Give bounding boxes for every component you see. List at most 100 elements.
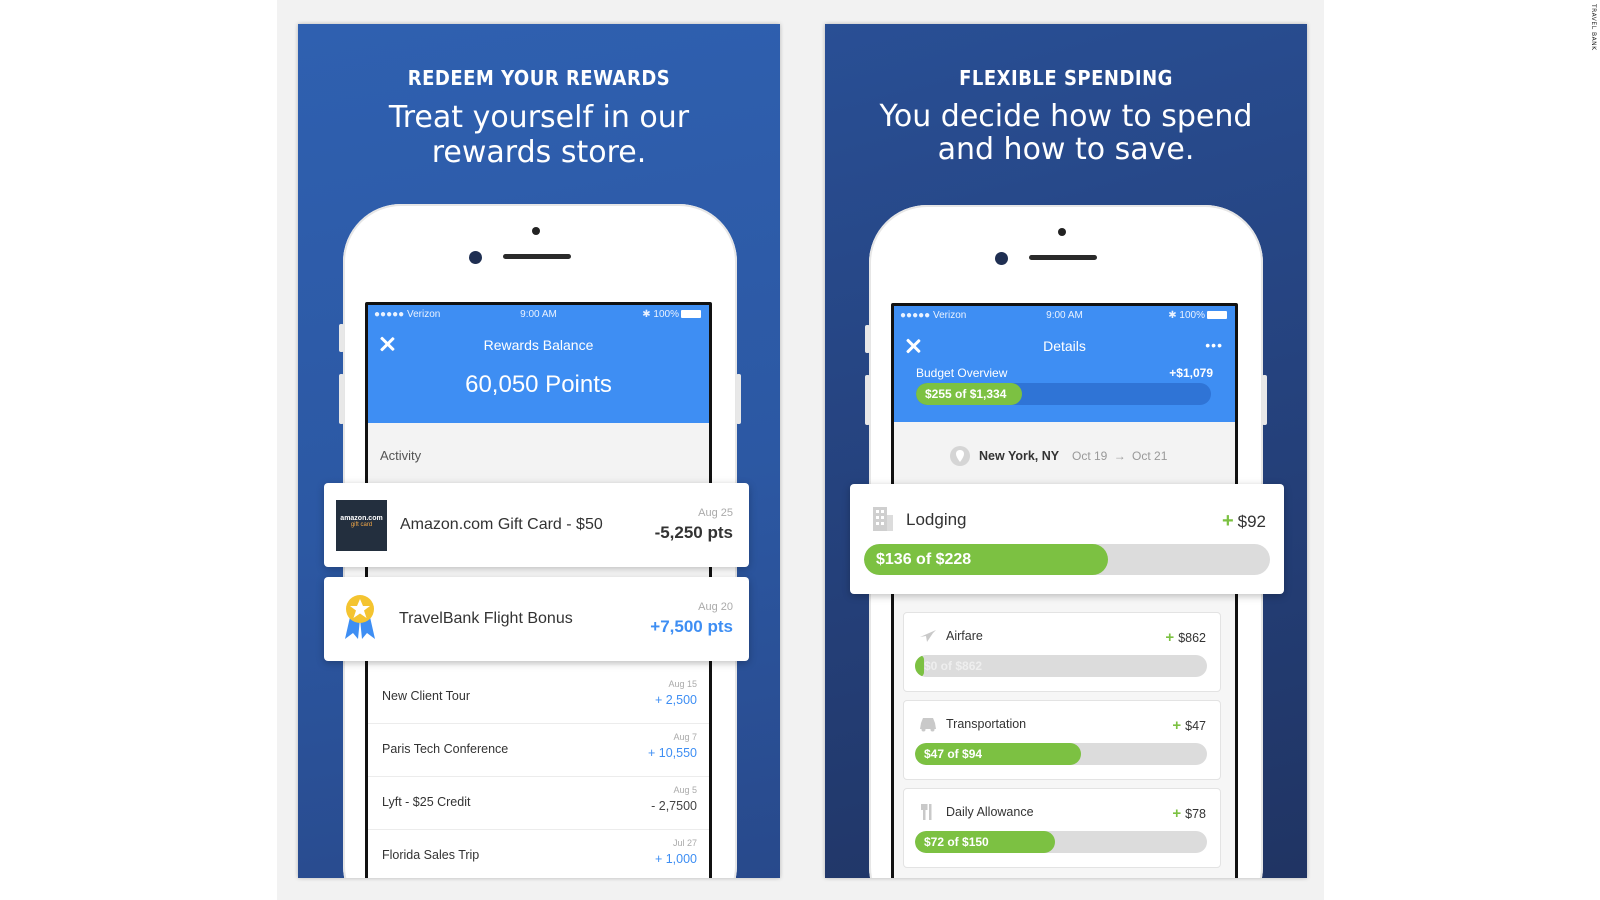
- category-bar-text: $0 of $862: [924, 659, 983, 673]
- activity-label: Activity: [380, 448, 422, 463]
- battery-indicator: ✱ 100%: [642, 309, 701, 320]
- more-options-icon[interactable]: •••: [1205, 337, 1223, 353]
- plus-icon: +: [1165, 629, 1175, 646]
- front-camera: [995, 252, 1008, 265]
- budget-progress-bar: $255 of $1,334: [916, 383, 1211, 405]
- airfare-category-card[interactable]: Airfare + $862 $0 of $862: [903, 612, 1221, 692]
- volume-button: [339, 374, 344, 424]
- category-plus: + $862: [1165, 629, 1206, 646]
- category-progress-fill: $0 of $862: [915, 655, 982, 677]
- award-ribbon-icon: [345, 595, 375, 639]
- category-plus-amount: $78: [1185, 807, 1206, 821]
- battery-label: ✱ 100%: [1168, 310, 1205, 321]
- trip-city: New York, NY: [979, 449, 1060, 463]
- plus-icon: +: [1172, 805, 1182, 822]
- battery-label: ✱ 100%: [642, 309, 679, 320]
- rewards-header: ●●●●● Verizon 9:00 AM ✱ 100% Rewards Bal…: [368, 305, 709, 423]
- list-item[interactable]: Florida Sales Trip Jul 27 + 1,000: [368, 830, 709, 878]
- amazon-logo-text: amazon.com: [340, 515, 383, 522]
- category-progress-bar: $47 of $94: [915, 743, 1207, 765]
- lodging-category-card[interactable]: Lodging + $92 $136 of $228: [850, 484, 1284, 594]
- battery-icon: [1207, 311, 1227, 319]
- building-icon: [873, 507, 893, 531]
- proximity-sensor: [532, 227, 540, 235]
- airplane-icon: [920, 630, 936, 642]
- daily-allowance-category-card[interactable]: Daily Allowance + $78 $72 of $150: [903, 788, 1221, 868]
- budget-bar-text: $255 of $1,334: [925, 387, 1007, 401]
- arrow-right-icon: →: [1113, 449, 1126, 463]
- lodging-label: Lodging: [906, 510, 967, 529]
- category-label: Daily Allowance: [946, 805, 1034, 819]
- volume-button: [865, 375, 870, 425]
- lodging-plus-amount: $92: [1237, 512, 1266, 531]
- activity-title: New Client Tour: [382, 689, 471, 703]
- card-title: Amazon.com Gift Card - $50: [400, 516, 603, 533]
- card-title: TravelBank Flight Bonus: [399, 610, 573, 627]
- activity-title: Florida Sales Trip: [382, 848, 480, 862]
- activity-title: Lyft - $25 Credit: [382, 795, 471, 809]
- mute-switch: [339, 324, 344, 352]
- activity-amount: + 1,000: [654, 852, 697, 866]
- rewards-headline-line2: rewards store.: [431, 135, 647, 170]
- card-date: Aug 25: [698, 507, 733, 519]
- category-plus-amount: $862: [1178, 631, 1206, 645]
- header-title: Details: [1043, 338, 1086, 354]
- transportation-category-card[interactable]: Transportation + $47 $47 of $94: [903, 700, 1221, 780]
- car-icon: [920, 718, 936, 732]
- activity-title: Paris Tech Conference: [382, 742, 509, 756]
- category-progress-bar: $72 of $150: [915, 831, 1207, 853]
- category-bar-text: $72 of $150: [924, 835, 989, 849]
- category-progress-fill: $72 of $150: [915, 831, 1056, 853]
- rewards-promo-panel: REDEEM YOUR REWARDS Treat yourself in ou…: [298, 24, 780, 878]
- earpiece-speaker: [503, 254, 571, 259]
- battery-indicator: ✱ 100%: [1168, 310, 1227, 321]
- lodging-progress-fill: $136 of $228: [864, 544, 1108, 575]
- rewards-kicker: REDEEM YOUR REWARDS: [407, 66, 671, 90]
- watermark: TRAVEL BANK: [1590, 4, 1597, 51]
- spending-kicker: FLEXIBLE SPENDING: [959, 66, 1173, 90]
- proximity-sensor: [1058, 228, 1066, 236]
- activity-amount: - 2,7500: [651, 799, 697, 813]
- travelbank-bonus-row[interactable]: TravelBank Flight Bonus Aug 20 +7,500 pt…: [324, 577, 749, 661]
- activity-date: Aug 15: [668, 679, 697, 689]
- power-button: [736, 374, 741, 424]
- battery-icon: [681, 310, 701, 318]
- trip-start-date: Oct 19: [1072, 449, 1108, 463]
- budget-progress-fill: $255 of $1,334: [916, 383, 1023, 405]
- card-date: Aug 20: [698, 601, 733, 613]
- trip-info-row[interactable]: New York, NY Oct 19 → Oct 21: [894, 422, 1235, 492]
- status-bar: ●●●●● Verizon 9:00 AM ✱ 100%: [894, 306, 1235, 324]
- category-label: Airfare: [946, 629, 983, 643]
- rewards-headline-line1: Treat yourself in our: [388, 100, 690, 135]
- plus-icon: +: [1221, 510, 1234, 532]
- category-progress-bar: $0 of $862: [915, 655, 1207, 677]
- amazon-logo-subtext: gift card: [350, 522, 373, 528]
- activity-section-header: Activity: [368, 423, 709, 485]
- status-bar: ●●●●● Verizon 9:00 AM ✱ 100%: [368, 305, 709, 323]
- front-camera: [469, 251, 482, 264]
- budget-overview-label: Budget Overview: [916, 366, 1008, 380]
- amazon-logo-icon: amazon.com gift card: [336, 500, 387, 551]
- category-bar-text: $47 of $94: [924, 747, 983, 761]
- list-item[interactable]: Paris Tech Conference Aug 7 + 10,550: [368, 724, 709, 777]
- trip-end-date: Oct 21: [1132, 449, 1168, 463]
- details-header: ●●●●● Verizon 9:00 AM ✱ 100% Details •••…: [894, 306, 1235, 422]
- spending-promo-panel: FLEXIBLE SPENDING You decide how to spen…: [825, 24, 1307, 878]
- list-item[interactable]: Lyft - $25 Credit Aug 5 - 2,7500: [368, 777, 709, 830]
- list-item[interactable]: New Client Tour Aug 15 + 2,500: [368, 671, 709, 724]
- lodging-progress-bar: $136 of $228: [864, 544, 1270, 575]
- activity-amount: + 2,500: [654, 693, 697, 707]
- category-label: Transportation: [946, 717, 1027, 731]
- category-plus: + $47: [1172, 717, 1206, 734]
- activity-date: Jul 27: [672, 838, 697, 848]
- lodging-bar-text: $136 of $228: [876, 550, 972, 568]
- card-amount: +7,500 pts: [650, 617, 733, 636]
- activity-date: Aug 5: [673, 785, 697, 795]
- mute-switch: [865, 325, 870, 353]
- category-plus: + $78: [1172, 805, 1206, 822]
- amazon-gift-card-row[interactable]: amazon.com gift card Amazon.com Gift Car…: [324, 483, 749, 567]
- card-amount: -5,250 pts: [654, 523, 733, 542]
- utensils-icon: [921, 804, 932, 820]
- category-plus-amount: $47: [1185, 719, 1206, 733]
- stage: TRAVEL BANK REDEEM YOUR REWARDS Treat yo…: [0, 0, 1600, 900]
